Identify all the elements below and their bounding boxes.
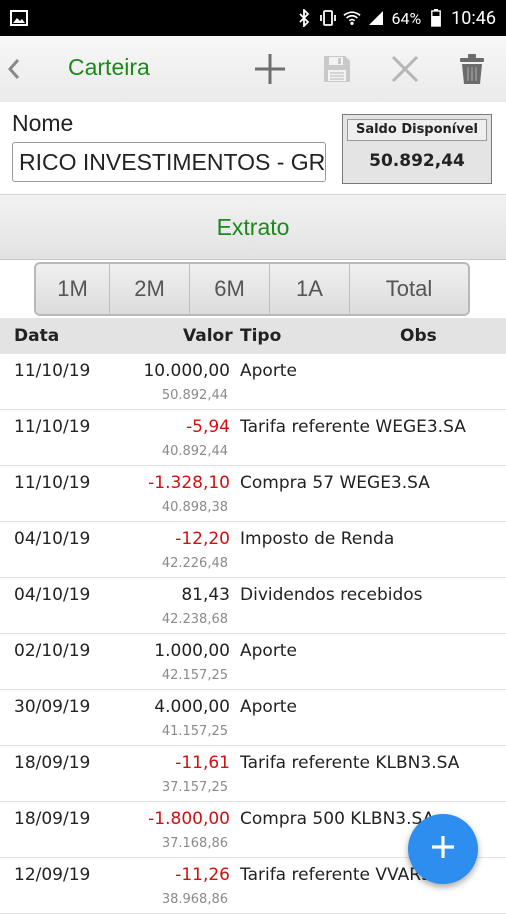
row-date: 04/10/19 xyxy=(14,585,91,605)
row-type: Imposto de Renda xyxy=(240,529,395,549)
vibrate-icon xyxy=(319,9,337,27)
row-date: 12/09/19 xyxy=(14,865,91,885)
save-icon[interactable] xyxy=(320,52,354,86)
row-date: 11/10/19 xyxy=(14,473,91,493)
row-balance: 50.892,44 xyxy=(161,388,228,403)
row-date: 11/10/19 xyxy=(14,417,91,437)
row-balance: 37.168,86 xyxy=(161,836,228,851)
row-value: -11,26 xyxy=(175,865,230,885)
row-value: -1.800,00 xyxy=(148,809,230,829)
battery-percent: 64% xyxy=(391,8,422,28)
status-bar: 64% 10:46 xyxy=(0,0,506,36)
row-balance: 40.892,44 xyxy=(161,444,228,459)
portfolio-form: Nome RICO INVESTIMENTOS - GR Saldo Dispo… xyxy=(0,102,506,194)
clock: 10:46 xyxy=(451,7,496,29)
period-2m-button[interactable]: 2M xyxy=(110,264,190,314)
row-type: Dividendos recebidos xyxy=(240,585,423,605)
row-value: 81,43 xyxy=(181,585,230,605)
period-1a-button[interactable]: 1A xyxy=(270,264,350,314)
row-date: 04/10/19 xyxy=(14,529,91,549)
row-type: Tarifa referente WEGE3.SA xyxy=(240,417,466,437)
row-date: 18/09/19 xyxy=(14,809,91,829)
column-header-valor: Valor xyxy=(183,326,233,346)
row-balance: 42.157,25 xyxy=(161,668,228,683)
table-row[interactable]: 02/10/19 1.000,00 Aporte 42.157,25 xyxy=(0,634,506,690)
available-balance-box: Saldo Disponível 50.892,44 xyxy=(342,114,492,184)
row-type: Compra 500 KLBN3.SA xyxy=(240,809,435,829)
row-date: 18/09/19 xyxy=(14,753,91,773)
statement-button[interactable]: Extrato xyxy=(0,194,506,260)
table-row[interactable]: 04/10/19 -12,20 Imposto de Renda 42.226,… xyxy=(0,522,506,578)
add-transaction-button[interactable] xyxy=(408,814,478,884)
close-icon[interactable] xyxy=(388,52,422,86)
wifi-icon xyxy=(343,9,362,27)
back-icon[interactable] xyxy=(6,56,22,82)
add-icon[interactable] xyxy=(253,52,287,86)
table-row[interactable]: 30/09/19 4.000,00 Aporte 41.157,25 xyxy=(0,690,506,746)
row-type: Aporte xyxy=(240,697,297,717)
column-header-tipo: Tipo xyxy=(240,326,282,346)
row-value: -1.328,10 xyxy=(148,473,230,493)
table-row[interactable]: 04/10/19 81,43 Dividendos recebidos 42.2… xyxy=(0,578,506,634)
row-balance: 42.226,48 xyxy=(161,556,228,571)
battery-icon xyxy=(427,9,445,27)
row-type: Aporte xyxy=(240,361,297,381)
name-field[interactable]: RICO INVESTIMENTOS - GR xyxy=(12,142,326,182)
row-value: 1.000,00 xyxy=(154,641,230,661)
row-balance: 42.238,68 xyxy=(161,612,228,627)
table-header: Data Valor Tipo Obs xyxy=(0,318,506,354)
plus-icon xyxy=(430,834,456,864)
row-value: -12,20 xyxy=(175,529,230,549)
column-header-obs: Obs xyxy=(400,326,437,346)
row-type: Aporte xyxy=(240,641,297,661)
page-title: Carteira xyxy=(68,54,150,80)
row-type: Compra 57 WEGE3.SA xyxy=(240,473,430,493)
row-date: 02/10/19 xyxy=(14,641,91,661)
period-6m-button[interactable]: 6M xyxy=(190,264,270,314)
table-row[interactable]: 11/10/19 -5,94 Tarifa referente WEGE3.SA… xyxy=(0,410,506,466)
available-balance-value: 50.892,44 xyxy=(369,151,465,171)
table-row[interactable]: 18/09/19 -11,61 Tarifa referente KLBN3.S… xyxy=(0,746,506,802)
table-row[interactable]: 11/10/19 10.000,00 Aporte 50.892,44 xyxy=(0,354,506,410)
row-value: 4.000,00 xyxy=(154,697,230,717)
row-date: 11/10/19 xyxy=(14,361,91,381)
delete-icon[interactable] xyxy=(455,52,489,86)
period-selector: 1M 2M 6M 1A Total xyxy=(34,262,470,316)
row-date: 30/09/19 xyxy=(14,697,91,717)
image-icon xyxy=(10,9,28,27)
row-value: -11,61 xyxy=(175,753,230,773)
row-value: -5,94 xyxy=(186,417,230,437)
row-value: 10.000,00 xyxy=(143,361,230,381)
available-balance-label: Saldo Disponível xyxy=(347,119,487,141)
row-type: Tarifa referente KLBN3.SA xyxy=(240,753,460,773)
table-row[interactable]: 11/10/19 -1.328,10 Compra 57 WEGE3.SA 40… xyxy=(0,466,506,522)
app-bar: Carteira xyxy=(0,36,506,103)
row-balance: 40.898,38 xyxy=(161,500,228,515)
row-balance: 37.157,25 xyxy=(161,780,228,795)
column-header-data: Data xyxy=(14,326,60,346)
name-label: Nome xyxy=(12,110,74,136)
period-total-button[interactable]: Total xyxy=(350,264,468,314)
period-1m-button[interactable]: 1M xyxy=(36,264,110,314)
signal-icon xyxy=(367,9,385,27)
row-balance: 41.157,25 xyxy=(161,724,228,739)
bluetooth-icon xyxy=(295,9,313,27)
